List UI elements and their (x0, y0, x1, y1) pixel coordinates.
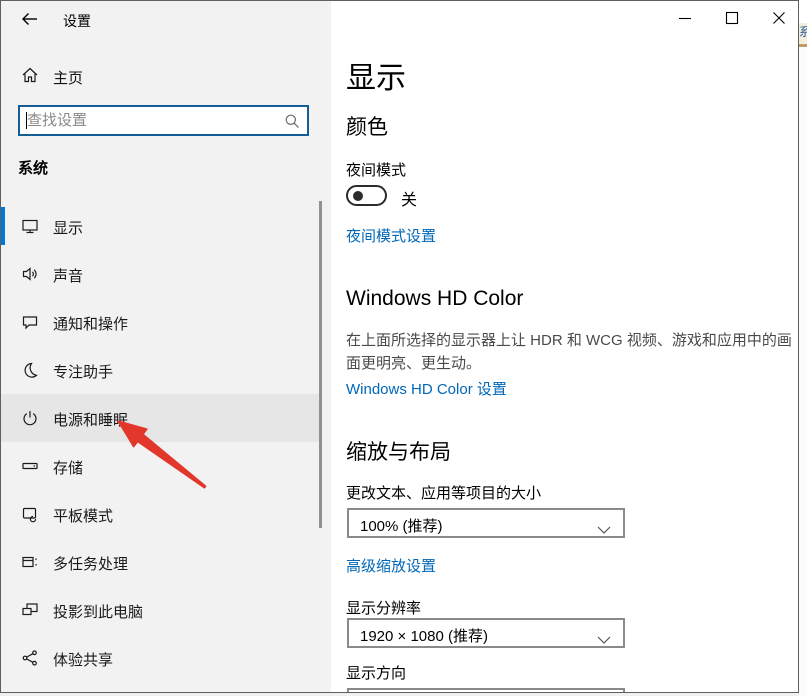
sidebar-item-label: 投影到此电脑 (53, 601, 143, 622)
resolution-dropdown-value: 1920 × 1080 (推荐) (360, 625, 488, 646)
sidebar-item-label: 主页 (53, 67, 83, 88)
scale-size-label: 更改文本、应用等项目的大小 (346, 482, 541, 503)
resolution-dropdown[interactable]: 1920 × 1080 (推荐) (347, 618, 625, 648)
sidebar-item-label: 平板模式 (53, 505, 113, 526)
color-section-heading: 颜色 (346, 111, 388, 141)
scale-dropdown-value: 100% (推荐) (360, 515, 443, 536)
sidebar-item-shared-experiences[interactable]: 体验共享 (1, 634, 319, 682)
sidebar-item-label: 体验共享 (53, 649, 113, 670)
sidebar-scrollbar[interactable] (319, 201, 322, 528)
sidebar-item-sound[interactable]: 声音 (1, 250, 319, 298)
selected-accent-bar (1, 207, 5, 245)
text-caret (26, 112, 27, 129)
sidebar-item-home[interactable]: 主页 (1, 59, 319, 93)
hd-color-description: 在上面所选择的显示器上让 HDR 和 WCG 视频、游戏和应用中的画面更明亮、更… (346, 329, 796, 375)
hd-color-settings-link[interactable]: Windows HD Color 设置 (346, 378, 507, 399)
sidebar-group-system: 系统 (18, 157, 48, 178)
sidebar-item-label: 存储 (53, 457, 83, 478)
search-box[interactable] (18, 105, 309, 136)
page-title: 显示 (346, 53, 406, 97)
chevron-down-icon (597, 631, 611, 649)
sidebar-item-label: 显示 (53, 217, 83, 238)
sidebar-item-storage[interactable]: 存储 (1, 442, 319, 490)
search-input[interactable] (22, 107, 277, 134)
sidebar-item-display[interactable]: 显示 (1, 202, 319, 250)
sound-icon (21, 265, 39, 288)
sidebar-item-notifications[interactable]: 通知和操作 (1, 298, 319, 346)
settings-window: 设置 主页 系统 显示 声音 (0, 0, 799, 693)
sidebar-item-label: 多任务处理 (53, 553, 128, 574)
sidebar-item-focus-assist[interactable]: 专注助手 (1, 346, 319, 394)
scale-layout-heading: 缩放与布局 (346, 436, 451, 466)
page-content: 显示 颜色 夜间模式 关 夜间模式设置 Windows HD Color 在上面… (346, 1, 799, 693)
scale-dropdown[interactable]: 100% (推荐) (347, 508, 625, 538)
sidebar-item-power-sleep[interactable]: 电源和睡眠 (1, 394, 319, 442)
storage-icon (21, 457, 39, 480)
background-window-sliver: 系 (799, 0, 807, 696)
night-light-settings-link[interactable]: 夜间模式设置 (346, 225, 436, 246)
sidebar: 设置 主页 系统 显示 声音 (1, 1, 331, 693)
moon-icon (21, 361, 39, 384)
main-panel: 显示 颜色 夜间模式 关 夜间模式设置 Windows HD Color 在上面… (331, 1, 799, 693)
sidebar-item-projecting[interactable]: 投影到此电脑 (1, 586, 319, 634)
background-window-tab-strip: 系 (799, 23, 807, 44)
notifications-icon (21, 313, 39, 336)
home-icon (21, 66, 39, 89)
sidebar-item-label: 专注助手 (53, 361, 113, 382)
hd-color-heading: Windows HD Color (346, 287, 523, 311)
display-icon (21, 217, 39, 240)
sidebar-item-label: 通知和操作 (53, 313, 128, 334)
chevron-down-icon (597, 521, 611, 539)
back-arrow-icon[interactable] (20, 9, 40, 29)
share-icon (21, 649, 39, 672)
night-light-toggle[interactable] (346, 185, 387, 206)
multitasking-icon (21, 553, 39, 576)
night-light-label: 夜间模式 (346, 159, 406, 180)
tablet-icon (21, 505, 39, 528)
orientation-dropdown[interactable] (347, 688, 625, 693)
sidebar-item-label: 声音 (53, 265, 83, 286)
background-window-top (799, 0, 807, 23)
night-light-state: 关 (401, 186, 417, 210)
sidebar-item-multitasking[interactable]: 多任务处理 (1, 538, 319, 586)
resolution-label: 显示分辨率 (346, 597, 421, 618)
orientation-label: 显示方向 (346, 662, 406, 683)
toggle-knob (353, 191, 363, 201)
advanced-scaling-link[interactable]: 高级缩放设置 (346, 555, 436, 576)
power-icon (21, 409, 39, 432)
sidebar-item-tablet-mode[interactable]: 平板模式 (1, 490, 319, 538)
background-window-body (799, 47, 807, 696)
projecting-icon (21, 601, 39, 624)
sidebar-item-label: 电源和睡眠 (53, 409, 128, 430)
window-title: 设置 (63, 11, 91, 31)
search-icon[interactable] (284, 113, 300, 134)
